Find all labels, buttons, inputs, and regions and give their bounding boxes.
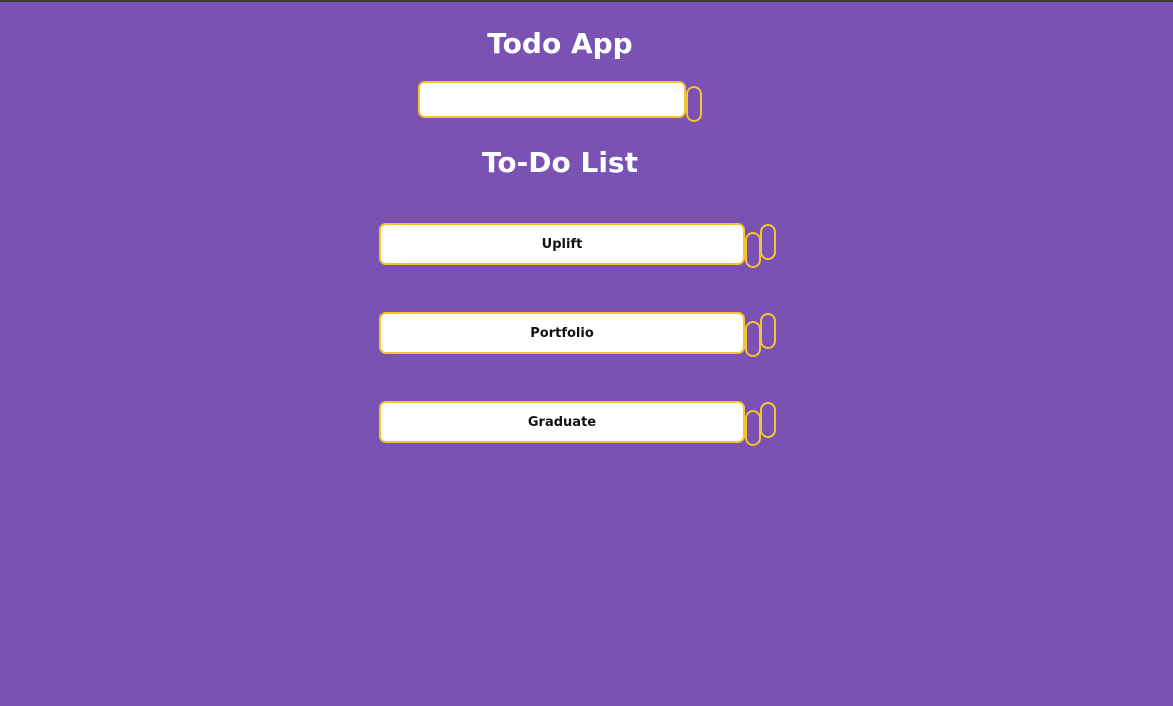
todo-item[interactable]: Uplift xyxy=(379,223,745,265)
add-todo-button[interactable] xyxy=(686,86,702,122)
todo-row: Portfolio xyxy=(379,312,779,362)
todo-item[interactable]: Portfolio xyxy=(379,312,745,354)
todo-item[interactable]: Graduate xyxy=(379,401,745,443)
delete-todo-button[interactable] xyxy=(745,410,761,446)
edit-todo-button[interactable] xyxy=(760,402,776,438)
delete-todo-button[interactable] xyxy=(745,321,761,357)
delete-todo-button[interactable] xyxy=(745,232,761,268)
list-title: To-Do List xyxy=(482,146,638,179)
todo-row: Uplift xyxy=(379,223,779,273)
edit-todo-button[interactable] xyxy=(760,313,776,349)
new-todo-input[interactable] xyxy=(418,81,686,118)
todo-row: Graduate xyxy=(379,401,779,451)
app-title: Todo App xyxy=(487,27,633,60)
edit-todo-button[interactable] xyxy=(760,224,776,260)
